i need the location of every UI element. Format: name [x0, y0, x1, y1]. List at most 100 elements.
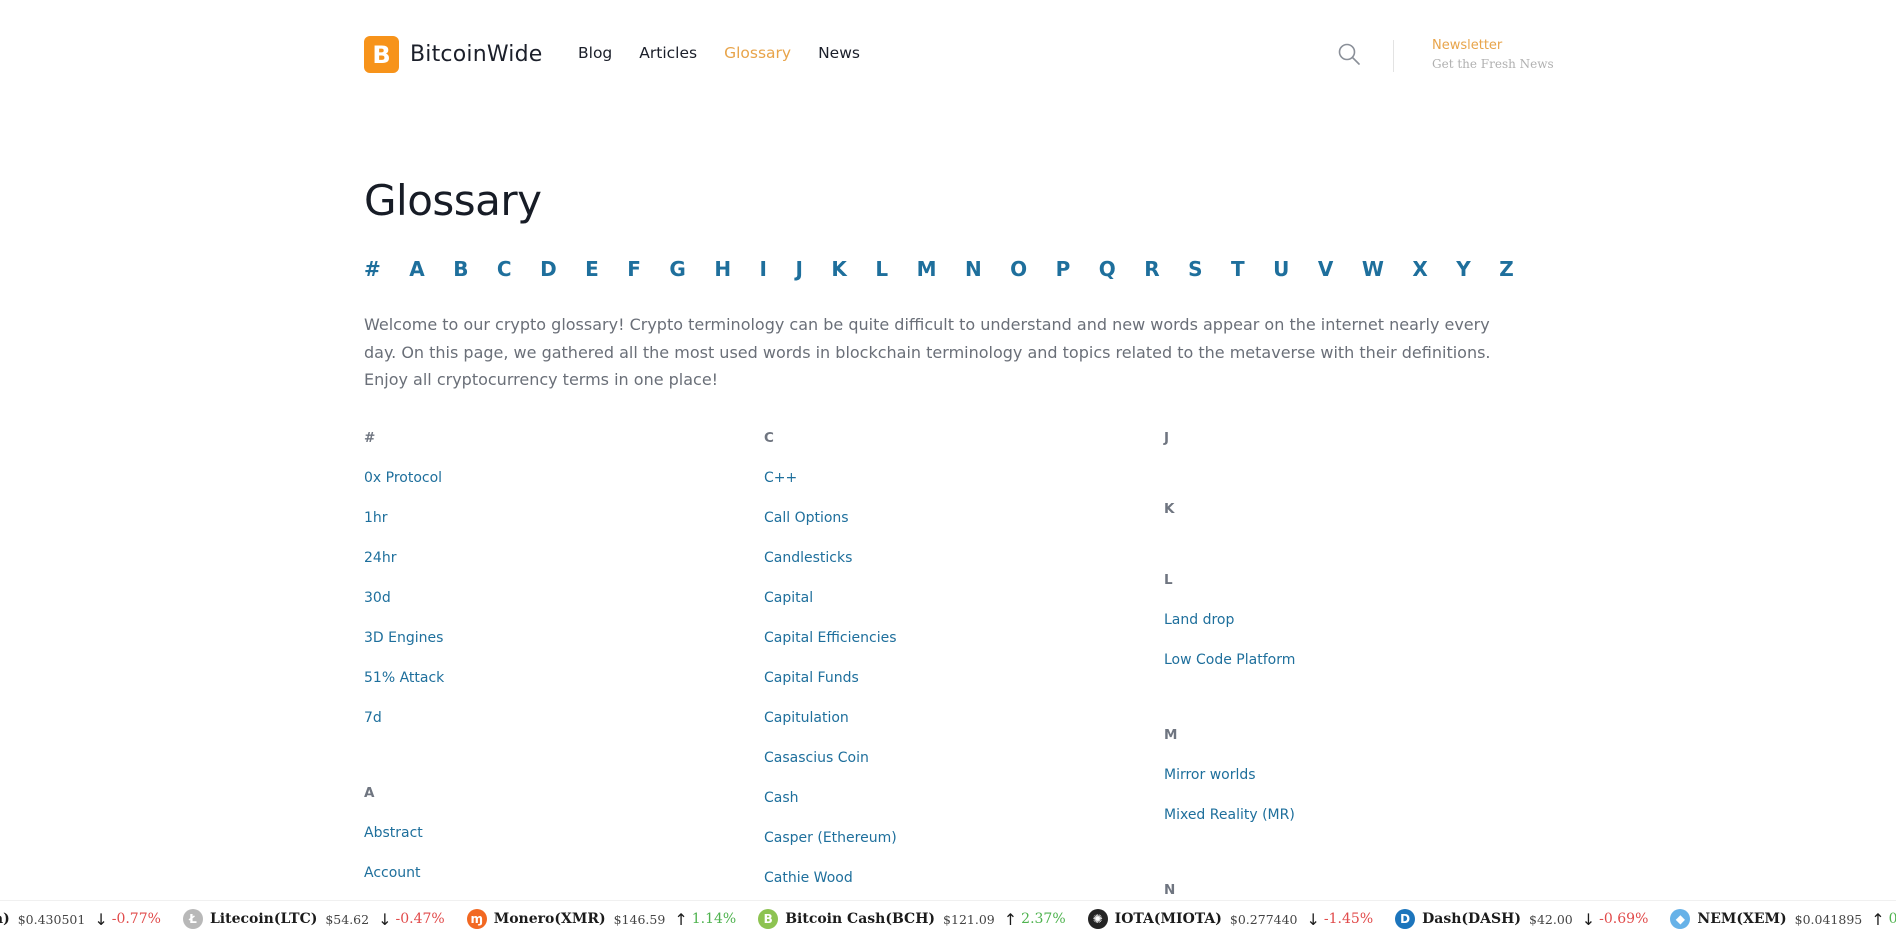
glossary-term-link[interactable]: Candlesticks	[764, 546, 1144, 586]
alphabet-letter-g[interactable]: G	[669, 257, 685, 281]
glossary-term-link[interactable]: Abstract	[364, 821, 744, 861]
alphabet-letter-o[interactable]: O	[1010, 257, 1027, 281]
alphabet-letter-b[interactable]: B	[453, 257, 468, 281]
coin-price: $0.277440	[1229, 911, 1298, 927]
alphabet-letter-z[interactable]: Z	[1499, 257, 1514, 281]
alphabet-letter-i[interactable]: I	[760, 257, 767, 281]
alphabet-letter-y[interactable]: Y	[1456, 257, 1470, 281]
coin-icon: B	[758, 909, 779, 929]
nav-news[interactable]: News	[818, 44, 860, 62]
alphabet-letter-p[interactable]: P	[1056, 257, 1071, 281]
coin-icon: ✺	[1087, 909, 1108, 929]
alphabet-letter-h[interactable]: H	[714, 257, 731, 281]
coin-name: Monero(XMR)	[493, 911, 606, 927]
alphabet-letter-v[interactable]: V	[1318, 257, 1333, 281]
group-letter: C	[764, 430, 774, 446]
glossary-term-link[interactable]: Cash	[764, 786, 1144, 826]
glossary-term-link[interactable]: Land drop	[1164, 608, 1544, 648]
ticker-item[interactable]: a) $0.430501 ↓-0.77%	[0, 910, 161, 929]
alphabet-letter-d[interactable]: D	[540, 257, 557, 281]
alphabet-letter-k[interactable]: K	[831, 257, 847, 281]
arrow-down-icon: ↓	[94, 909, 108, 929]
glossary-term-link[interactable]: Account	[364, 861, 744, 901]
glossary-term-link[interactable]: 0x Protocol	[364, 466, 744, 506]
site-name: BitcoinWide	[410, 42, 543, 67]
alphabet-letter-e[interactable]: E	[585, 257, 599, 281]
nav-glossary[interactable]: Glossary	[724, 44, 791, 62]
arrow-down-icon: ↓	[378, 909, 392, 929]
newsletter-title: Newsletter	[1432, 38, 1503, 53]
alphabet-letter-r[interactable]: R	[1144, 257, 1159, 281]
site-header: B BitcoinWide Blog Articles Glossary News N…	[0, 0, 1896, 110]
glossary-term-link[interactable]: C++	[764, 466, 1144, 506]
site-logo[interactable]: B BitcoinWide	[364, 36, 543, 73]
ticker-item[interactable]: ◆ NEM(XEM) $0.041895 ↑ 0.63%	[1670, 909, 1896, 929]
coin-icon: Ł	[182, 909, 203, 929]
nav-blog[interactable]: Blog	[578, 44, 612, 62]
alphabet-letter-u[interactable]: U	[1273, 257, 1289, 281]
glossary-term-link[interactable]: Capital Funds	[764, 666, 1144, 706]
ticker-item[interactable]: ɱ Monero(XMR) $146.59 ↑ 1.14%	[466, 909, 737, 929]
coin-name: Litecoin(LTC)	[209, 911, 318, 927]
arrow-up-icon: ↑	[1871, 909, 1885, 929]
glossary-term-link[interactable]: 30d	[364, 586, 744, 626]
ticker-item[interactable]: Ł Litecoin(LTC) $54.62 ↓ -0.47%	[182, 909, 445, 929]
glossary-term-link[interactable]: Low Code Platform	[1164, 648, 1544, 688]
glossary-term-link[interactable]: Mirror worlds	[1164, 763, 1544, 803]
alphabet-letter-n[interactable]: N	[965, 257, 982, 281]
search-icon[interactable]	[1338, 43, 1360, 65]
coin-name: Dash(DASH)	[1422, 911, 1522, 927]
glossary-term-link[interactable]: Mixed Reality (MR)	[1164, 803, 1544, 843]
ticker-item[interactable]: D Dash(DASH) $42.00 ↓ -0.69%	[1395, 909, 1648, 929]
alphabet-letter-x[interactable]: X	[1412, 257, 1427, 281]
glossary-column-3: J K L Land drop Low Code Platform M Mirror wor…	[1164, 426, 1544, 936]
alphabet-letter-w[interactable]: W	[1362, 257, 1384, 281]
alphabet-letter-s[interactable]: S	[1188, 257, 1202, 281]
alphabet-letter-a[interactable]: A	[409, 257, 424, 281]
glossary-term-link[interactable]: 1hr	[364, 506, 744, 546]
glossary-group: L Land drop Low Code Platform	[1164, 568, 1544, 723]
glossary-term-link[interactable]: 7d	[364, 706, 744, 746]
alphabet-letter-m[interactable]: M	[917, 257, 937, 281]
glossary-column-2: C C++ Call Options Candlesticks Capital Capit…	[764, 426, 1144, 936]
arrow-up-icon: ↑	[674, 909, 688, 929]
alphabet-letter-j[interactable]: J	[795, 257, 802, 281]
price-ticker: a)$0.430501↓-0.77%ŁLitecoin(LTC)$54.62↓-…	[0, 900, 1896, 936]
glossary-term-link[interactable]: Casper (Ethereum)	[764, 826, 1144, 866]
nav-articles[interactable]: Articles	[639, 44, 697, 62]
coin-price: $0.430501	[17, 911, 86, 927]
glossary-term-link[interactable]: Casascius Coin	[764, 746, 1144, 786]
coin-name: NEM(XEM)	[1697, 911, 1787, 927]
ticker-item[interactable]: B Bitcoin Cash(BCH) $121.09 ↑ 2.37%	[758, 909, 1066, 929]
glossary-group: C C++ Call Options Candlesticks Capital Capit…	[764, 426, 1144, 936]
glossary-group: K	[1164, 497, 1544, 568]
main-nav: Blog Articles Glossary News	[578, 44, 887, 62]
glossary-term-link[interactable]: Capital	[764, 586, 1144, 626]
coin-change: 1.14%	[691, 911, 737, 927]
alphabet-letter-l[interactable]: L	[875, 257, 888, 281]
alphabet-letter-f[interactable]: F	[627, 257, 641, 281]
glossary-intro: Welcome to our crypto glossary! Crypto t…	[364, 315, 1491, 389]
glossary-column-1: #0x Protocol 1hr 24hr 30d 3D Engines 51% Atta…	[364, 426, 744, 936]
coin-icon: D	[1395, 909, 1416, 929]
group-letter: #	[364, 430, 376, 446]
coin-name: Bitcoin Cash(BCH)	[785, 911, 936, 927]
glossary-term-link[interactable]: 24hr	[364, 546, 744, 586]
glossary-group: M Mirror worlds Mixed Reality (MR)	[1164, 723, 1544, 878]
glossary-term-link[interactable]: 51% Attack	[364, 666, 744, 706]
glossary-term-link[interactable]: 3D Engines	[364, 626, 744, 666]
glossary-term-link[interactable]: Capital Efficiencies	[764, 626, 1144, 666]
ticker-item[interactable]: ✺ IOTA(MIOTA) $0.277440 ↓ -1.45%	[1087, 909, 1373, 929]
glossary-term-link[interactable]: Call Options	[764, 506, 1144, 546]
alphabet-letter-c[interactable]: C	[497, 257, 512, 281]
glossary-group: #0x Protocol 1hr 24hr 30d 3D Engines 51% Atta…	[364, 426, 744, 781]
glossary-term-link[interactable]: Capitulation	[764, 706, 1144, 746]
newsletter-link[interactable]: Newsletter Get the Fresh News	[1432, 38, 1554, 71]
alphabet-letter-hash[interactable]: #	[364, 257, 381, 281]
alphabet-letter-t[interactable]: T	[1231, 257, 1245, 281]
alphabet-letter-q[interactable]: Q	[1099, 257, 1116, 281]
arrow-up-icon: ↑	[1003, 909, 1018, 929]
